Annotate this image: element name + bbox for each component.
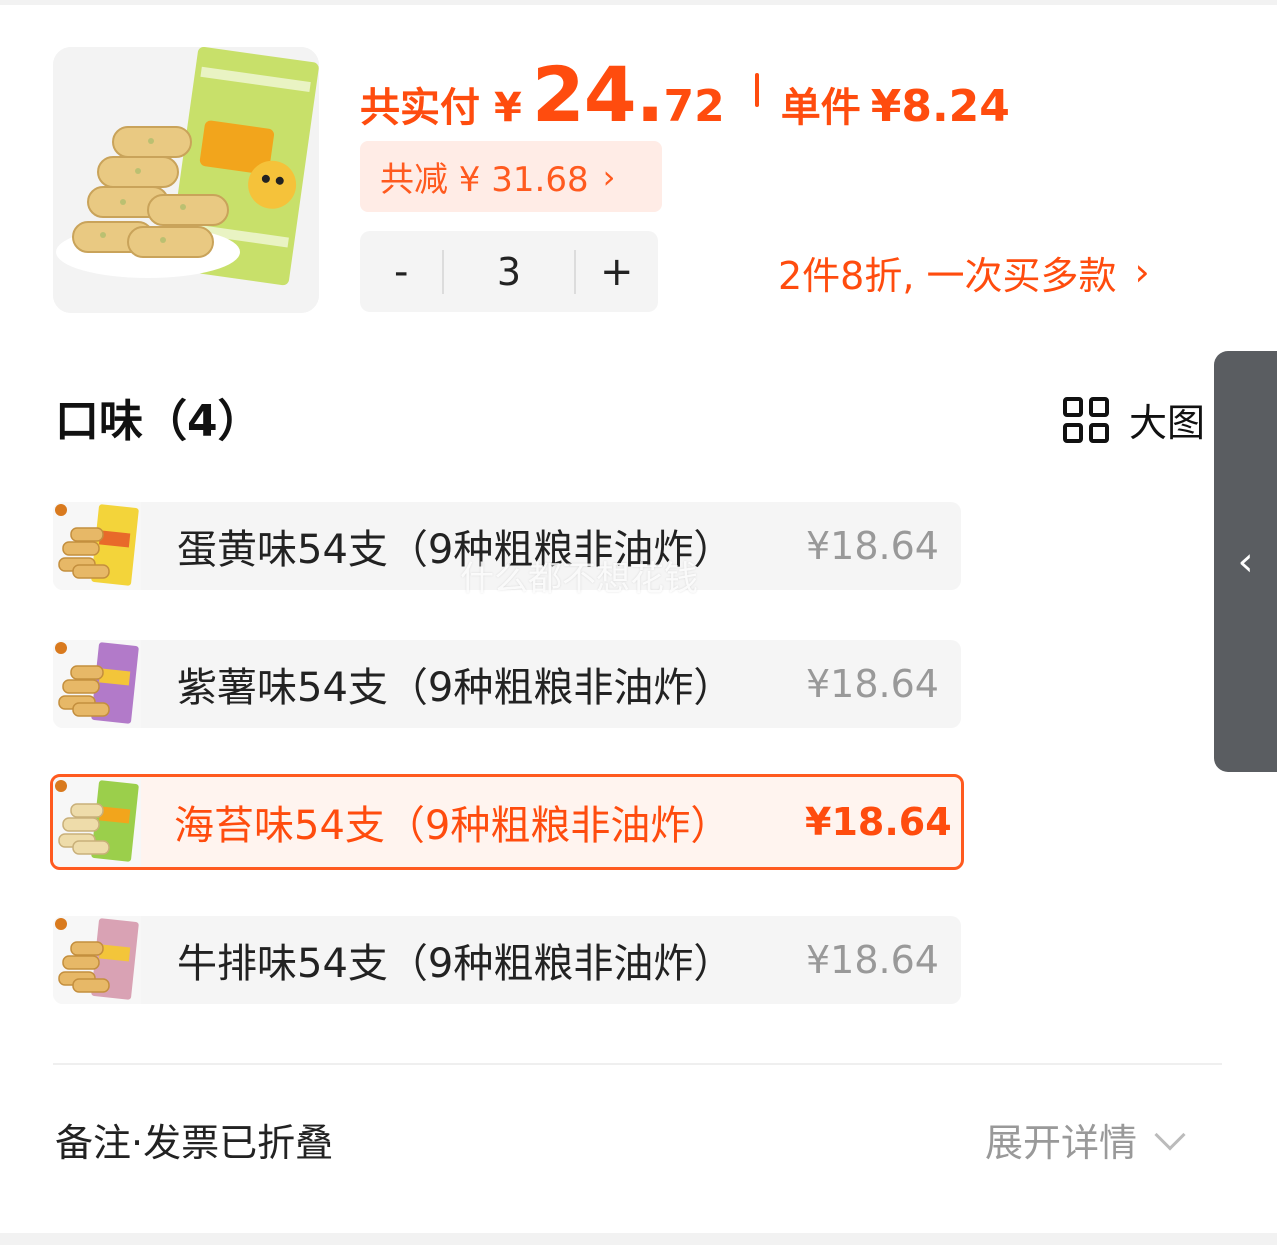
flavor-section-title: 口味（4） [55,396,262,447]
option-name: 牛排味54支（9种粗粮非油炸） [177,941,734,987]
decrement-button[interactable]: - [360,249,442,295]
option-thumbnail [53,916,141,1004]
chevron-right-icon: › [602,157,616,196]
flavor-option-egg-yolk[interactable]: 蛋黄味54支（9种粗粮非油炸） ¥18.64 [53,502,961,590]
unit-label: 单件 [780,85,861,131]
option-price: ¥18.64 [805,800,952,844]
expand-details-label: 展开详情 [985,1121,1138,1165]
option-thumbnail [53,640,141,728]
section-divider [53,1063,1222,1065]
chevron-right-icon: › [1134,250,1150,294]
grid-icon [1063,396,1109,443]
option-price: ¥18.64 [806,524,939,568]
option-name: 紫薯味54支（9种粗粮非油炸） [177,665,734,711]
option-name: 蛋黄味54支（9种粗粮非油炸） [177,527,734,573]
option-price: ¥18.64 [806,662,939,706]
bundle-promo-link[interactable]: 2件8折, 一次买多款 › [778,240,1150,304]
expand-details-button[interactable]: 展开详情 [985,1112,1186,1167]
total-price-integer: 24. [531,50,665,139]
chevron-left-icon: ‹ [1237,538,1254,585]
option-thumbnail [53,778,141,866]
currency-symbol: ¥ [494,85,522,131]
option-name: 海苔味54支（9种粗粮非油炸） [174,803,731,849]
top-divider [0,0,1277,5]
price-separator [754,73,759,107]
discount-detail-button[interactable]: 共减 ¥ 31.68 › [360,141,662,212]
side-expand-panel[interactable]: ‹ [1214,351,1277,772]
big-view-toggle[interactable]: 大图 [1063,392,1205,447]
notes-invoice-label: 备注·发票已折叠 [55,1121,334,1165]
total-price-decimal: 72 [663,81,725,132]
increment-button[interactable]: + [576,249,658,295]
bottom-divider [0,1233,1277,1245]
price-summary: 共实付 ¥ 24. 72 单件 ¥8.24 [360,50,1010,139]
quantity-input[interactable]: 3 [444,250,573,294]
discount-label: 共减 ¥ 31.68 [380,160,589,200]
product-image[interactable] [53,47,319,313]
option-thumbnail [53,502,141,590]
flavor-option-purple-potato[interactable]: 紫薯味54支（9种粗粮非油炸） ¥18.64 [53,640,961,728]
unit-price: ¥8.24 [870,81,1010,132]
total-label: 共实付 [360,85,480,131]
chevron-down-icon [1154,1118,1186,1151]
big-view-label: 大图 [1129,401,1206,445]
option-price: ¥18.64 [806,938,939,982]
flavor-option-steak[interactable]: 牛排味54支（9种粗粮非油炸） ¥18.64 [53,916,961,1004]
flavor-option-seaweed-selected[interactable]: 海苔味54支（9种粗粮非油炸） ¥18.64 [50,774,964,870]
promo-text: 2件8折, 一次买多款 [778,253,1117,298]
quantity-stepper: - 3 + [360,231,658,312]
